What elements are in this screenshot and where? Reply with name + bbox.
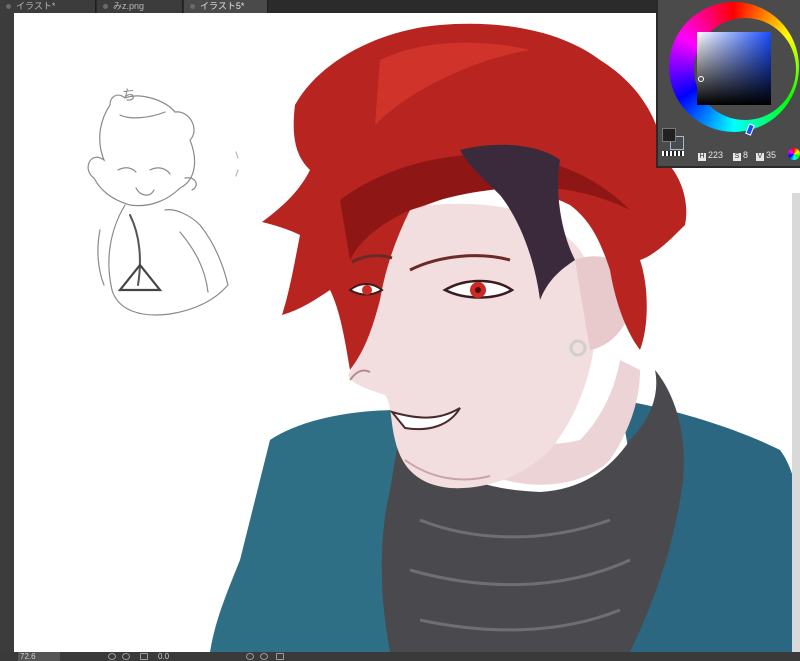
value-readout: V 35 xyxy=(756,150,777,161)
document-tab-bar: イラスト* みz.png イラスト5* xyxy=(0,0,658,13)
main-color-swatch[interactable] xyxy=(662,128,676,142)
value-key: V xyxy=(756,153,764,161)
tab-document-3[interactable]: イラスト5* xyxy=(184,0,268,13)
rotate-right-icon[interactable] xyxy=(260,653,268,660)
transparent-color-swatch[interactable] xyxy=(662,151,684,156)
zoom-field[interactable]: 72.6 xyxy=(18,652,60,661)
rotate-left-icon[interactable] xyxy=(246,653,254,660)
value-value: 35 xyxy=(766,150,777,160)
sketch-caption: ち xyxy=(122,88,136,104)
sv-picker-handle[interactable] xyxy=(698,76,704,82)
saturation-key: S xyxy=(733,153,741,161)
zoom-out-icon[interactable] xyxy=(108,653,116,660)
fit-view-icon[interactable] xyxy=(140,653,148,660)
tab-document-2[interactable]: みz.png xyxy=(97,0,183,13)
color-set-icon[interactable] xyxy=(788,148,800,160)
tab-label: イラスト5* xyxy=(200,1,245,11)
tab-status-icon xyxy=(6,4,11,9)
tab-label: イラスト* xyxy=(16,1,56,11)
hue-readout: H 223 xyxy=(698,150,724,161)
hue-value: 223 xyxy=(708,150,724,160)
pencil-sketch xyxy=(87,94,239,316)
color-wheel-panel: H 223 S8 V 35 xyxy=(656,0,800,168)
pupil-right xyxy=(475,287,481,293)
flip-horizontal-icon[interactable] xyxy=(276,653,284,660)
rotation-field[interactable]: 0.0 xyxy=(158,652,169,661)
iris-left xyxy=(362,285,372,295)
saturation-readout: S8 xyxy=(733,150,749,161)
tab-status-icon xyxy=(103,4,108,9)
tab-label: みz.png xyxy=(113,1,145,11)
status-bar: 72.6 0.0 xyxy=(0,652,800,661)
zoom-in-icon[interactable] xyxy=(122,653,130,660)
tab-document-1[interactable]: イラスト* xyxy=(0,0,96,13)
tab-status-icon xyxy=(190,4,195,9)
left-ruler xyxy=(0,13,14,652)
saturation-value: 8 xyxy=(743,150,749,160)
vertical-scrollbar[interactable] xyxy=(792,193,800,652)
saturation-value-square[interactable] xyxy=(697,32,771,105)
hue-key: H xyxy=(698,153,706,161)
